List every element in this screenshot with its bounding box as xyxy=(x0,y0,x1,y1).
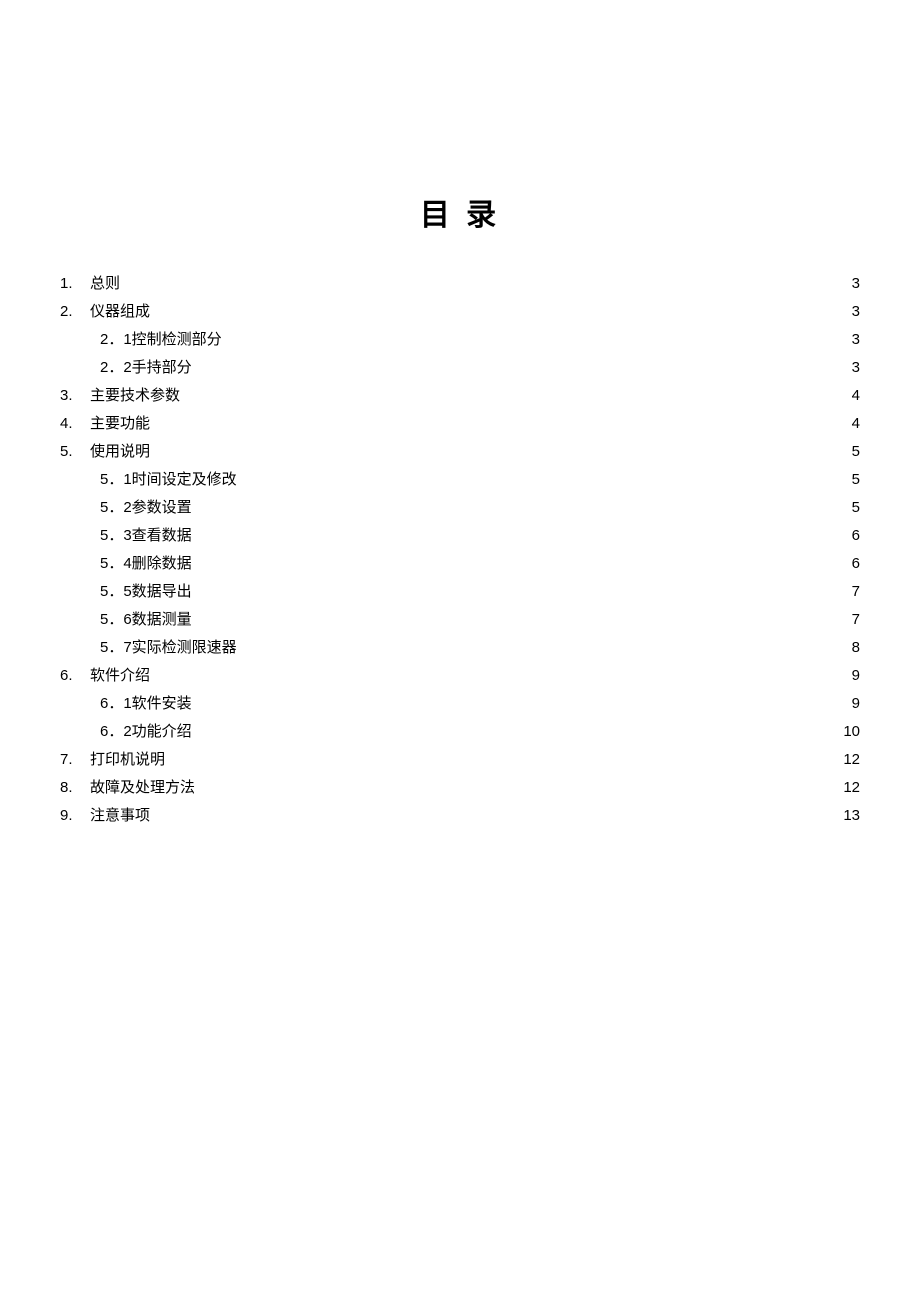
toc-entry-page: 10 xyxy=(840,718,860,746)
toc-entry-label: 5．5数据导出 xyxy=(100,578,194,606)
toc-entry-number: 3. xyxy=(60,382,90,410)
toc-entry: 2．1控制检测部分 3 xyxy=(100,326,860,354)
toc-leader-dots xyxy=(122,273,840,288)
toc-entry: 5．3查看数据 6 xyxy=(100,522,860,550)
toc-entry-label: 打印机说明 xyxy=(90,746,167,774)
toc-leader-dots xyxy=(152,805,840,820)
toc-entry: 5．7实际检测限速器 8 xyxy=(100,634,860,662)
toc-entry-page: 3 xyxy=(840,354,860,382)
toc-leader-dots xyxy=(194,609,840,624)
toc-entry: 3.主要技术参数 4 xyxy=(60,382,860,410)
toc-leader-dots xyxy=(224,329,840,344)
toc-entry-number: 5. xyxy=(60,438,90,466)
toc-entry-label: 故障及处理方法 xyxy=(90,774,197,802)
toc-entry: 6.软件介绍 9 xyxy=(60,662,860,690)
toc-entry: 6．1软件安装 9 xyxy=(100,690,860,718)
toc-entry-label: 使用说明 xyxy=(90,438,152,466)
toc-entry: 7.打印机说明 12 xyxy=(60,746,860,774)
toc-entry-label: 5．7实际检测限速器 xyxy=(100,634,239,662)
toc-entry-page: 6 xyxy=(840,550,860,578)
toc-entry-page: 12 xyxy=(840,746,860,774)
toc-entry-label: 主要技术参数 xyxy=(90,382,182,410)
toc-leader-dots xyxy=(152,301,840,316)
toc-entry-label: 6．2功能介绍 xyxy=(100,718,194,746)
toc-leader-dots xyxy=(194,693,840,708)
toc-entry-label: 主要功能 xyxy=(90,410,152,438)
toc-leader-dots xyxy=(194,553,840,568)
toc-entry-page: 9 xyxy=(840,662,860,690)
document-page: 目 录 1.总则32.仪器组成32．1控制检测部分32．2手持部分33.主要技术… xyxy=(0,0,920,1301)
toc-entry-label: 2．1控制检测部分 xyxy=(100,326,224,354)
toc-entry-page: 5 xyxy=(840,466,860,494)
toc-entry-page: 3 xyxy=(840,298,860,326)
toc-entry: 2.仪器组成 3 xyxy=(60,298,860,326)
toc-entry-page: 12 xyxy=(840,774,860,802)
toc-leader-dots xyxy=(239,469,840,484)
toc-entry-page: 7 xyxy=(840,606,860,634)
toc-entry: 4.主要功能 4 xyxy=(60,410,860,438)
toc-entry-label: 仪器组成 xyxy=(90,298,152,326)
toc-entry-label: 6．1软件安装 xyxy=(100,690,194,718)
toc-leader-dots xyxy=(167,749,840,764)
toc-entry-page: 4 xyxy=(840,410,860,438)
toc-leader-dots xyxy=(182,385,840,400)
toc-entry-number: 9. xyxy=(60,802,90,830)
toc-entry-number: 8. xyxy=(60,774,90,802)
toc-entry: 5．1时间设定及修改 5 xyxy=(100,466,860,494)
toc-leader-dots xyxy=(194,581,840,596)
toc-entry-label: 5．2参数设置 xyxy=(100,494,194,522)
toc-entry-label: 5．6数据测量 xyxy=(100,606,194,634)
toc-leader-dots xyxy=(152,665,840,680)
toc-entry-page: 9 xyxy=(840,690,860,718)
toc-entry: 8.故障及处理方法 12 xyxy=(60,774,860,802)
toc-leader-dots xyxy=(239,637,840,652)
toc-entry-page: 7 xyxy=(840,578,860,606)
toc-leader-dots xyxy=(197,777,840,792)
toc-title: 目 录 xyxy=(60,190,860,234)
toc-leader-dots xyxy=(152,413,840,428)
toc-entry-label: 5．3查看数据 xyxy=(100,522,194,550)
toc-entry-page: 13 xyxy=(840,802,860,830)
toc-entry-number: 1. xyxy=(60,270,90,298)
toc-leader-dots xyxy=(194,497,840,512)
toc-entry-label: 5．4删除数据 xyxy=(100,550,194,578)
toc-entry: 2．2手持部分 3 xyxy=(100,354,860,382)
toc-entry-page: 3 xyxy=(840,326,860,354)
toc-entry-label: 注意事项 xyxy=(90,802,152,830)
toc-entry-page: 3 xyxy=(840,270,860,298)
toc-entry: 5.使用说明 5 xyxy=(60,438,860,466)
toc-entry: 1.总则 3 xyxy=(60,270,860,298)
toc-leader-dots xyxy=(194,525,840,540)
toc-leader-dots xyxy=(152,441,840,456)
toc-entry-label: 5．1时间设定及修改 xyxy=(100,466,239,494)
toc-leader-dots xyxy=(194,357,840,372)
toc-entry: 6．2功能介绍 10 xyxy=(100,718,860,746)
toc-entry-label: 总则 xyxy=(90,270,122,298)
toc-entry: 5．4删除数据 6 xyxy=(100,550,860,578)
toc-entry-page: 6 xyxy=(840,522,860,550)
toc-entry-number: 2. xyxy=(60,298,90,326)
toc-entry-page: 5 xyxy=(840,438,860,466)
toc-entry-page: 5 xyxy=(840,494,860,522)
toc-entry: 5．5数据导出 7 xyxy=(100,578,860,606)
toc-entry: 5．6数据测量 7 xyxy=(100,606,860,634)
toc-entry-number: 7. xyxy=(60,746,90,774)
table-of-contents: 1.总则32.仪器组成32．1控制检测部分32．2手持部分33.主要技术参数44… xyxy=(60,270,860,830)
toc-leader-dots xyxy=(194,721,840,736)
toc-entry: 9.注意事项 13 xyxy=(60,802,860,830)
toc-entry-number: 4. xyxy=(60,410,90,438)
toc-entry-label: 2．2手持部分 xyxy=(100,354,194,382)
toc-entry-page: 4 xyxy=(840,382,860,410)
toc-entry-label: 软件介绍 xyxy=(90,662,152,690)
toc-entry: 5．2参数设置 5 xyxy=(100,494,860,522)
toc-entry-page: 8 xyxy=(840,634,860,662)
toc-entry-number: 6. xyxy=(60,662,90,690)
